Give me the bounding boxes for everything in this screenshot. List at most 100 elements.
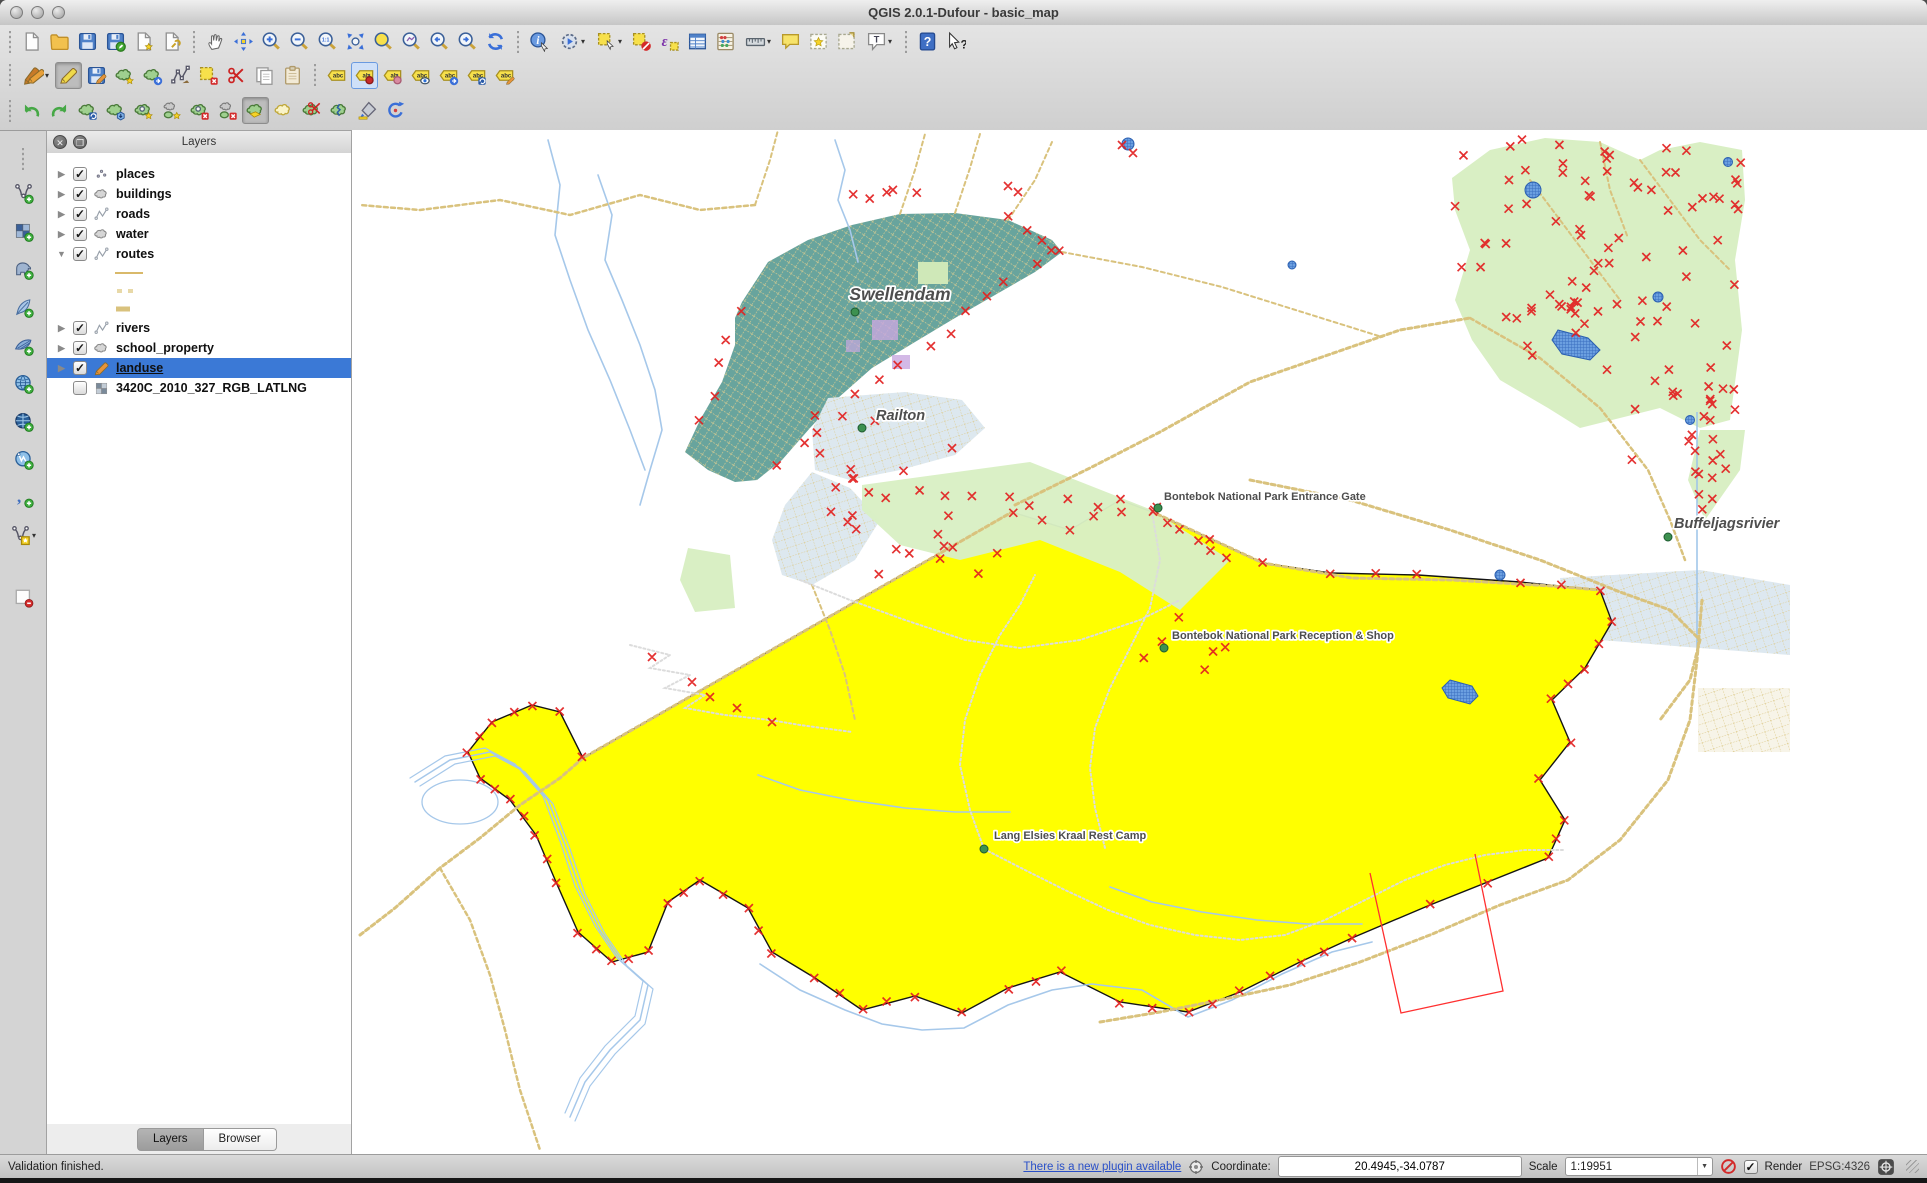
delete-ring-button[interactable] (186, 97, 213, 124)
open-project-button[interactable] (46, 28, 73, 55)
layer-visibility-checkbox[interactable]: ✓ (73, 361, 87, 375)
coordinate-input[interactable] (1278, 1156, 1522, 1177)
plugin-link[interactable]: There is a new plugin available (1023, 1161, 1181, 1173)
add-feature-button[interactable] (111, 62, 138, 89)
render-checkbox[interactable]: ✓ (1744, 1160, 1758, 1174)
deselect-features-button[interactable] (628, 28, 655, 55)
stop-render-icon[interactable] (1720, 1158, 1737, 1175)
delete-part-button[interactable] (214, 97, 241, 124)
add-ring-button[interactable] (130, 97, 157, 124)
move-label-button[interactable]: abc (435, 62, 462, 89)
save-project-button[interactable] (74, 28, 101, 55)
add-wcs-layer-button[interactable] (8, 406, 38, 436)
composer-manager-button[interactable] (158, 28, 185, 55)
offset-curve-button[interactable] (270, 97, 297, 124)
zoom-window-button[interactable] (52, 6, 65, 19)
new-print-composer-button[interactable] (130, 28, 157, 55)
zoom-out-button[interactable] (286, 28, 313, 55)
zoom-to-layer-button[interactable] (398, 28, 425, 55)
expand-arrow-icon[interactable]: ▶ (56, 323, 67, 334)
expand-arrow-icon[interactable]: ▶ (56, 229, 67, 240)
layer-visibility-checkbox[interactable] (73, 381, 87, 395)
add-del imited-text-layer-button[interactable]: , (8, 482, 38, 512)
save-layer-edits-button[interactable] (83, 62, 110, 89)
scale-dropdown-icon[interactable]: ▼ (1697, 1158, 1712, 1175)
labeling-options-button[interactable]: abc (323, 62, 350, 89)
add-spatialite-layer-button[interactable] (8, 292, 38, 322)
layer-visibility-checkbox[interactable]: ✓ (73, 187, 87, 201)
node-tool-button[interactable] (167, 62, 194, 89)
layer-item-routes[interactable]: ▼ ✓ routes (47, 244, 351, 264)
open-attribute-table-button[interactable] (684, 28, 711, 55)
toggle-editing-button[interactable] (55, 62, 82, 89)
pan-map-button[interactable] (202, 28, 229, 55)
dropdown-arrow-icon[interactable]: ▾ (888, 37, 892, 46)
simplify-feature-button[interactable] (102, 97, 129, 124)
rotate-point-symbols-button[interactable] (382, 97, 409, 124)
panel-close-icon[interactable]: ✕ (53, 135, 67, 149)
refresh-button[interactable] (482, 28, 509, 55)
toolbar-handle[interactable] (5, 100, 14, 122)
layer-item-roads[interactable]: ▶ ✓ roads (47, 204, 351, 224)
layer-visibility-checkbox[interactable]: ✓ (73, 321, 87, 335)
layer-item-places[interactable]: ▶ ✓ places (47, 164, 351, 184)
help-contents-button[interactable]: ? (914, 28, 941, 55)
select-features-button[interactable]: ▾ (591, 28, 627, 55)
layer-item-water[interactable]: ▶ ✓ water (47, 224, 351, 244)
reshape-features-button[interactable] (242, 97, 269, 124)
resize-grip[interactable] (1906, 1160, 1919, 1173)
dropdown-arrow-icon[interactable]: ▾ (767, 37, 771, 46)
pan-to-selection-button[interactable] (230, 28, 257, 55)
rotate-label-button[interactable]: abc (463, 62, 490, 89)
expand-arrow-icon[interactable]: ▶ (56, 189, 67, 200)
add-mssql-layer-button[interactable] (8, 330, 38, 360)
save-project-as-button[interactable] (102, 28, 129, 55)
select-by-expression-button[interactable]: ε (656, 28, 683, 55)
undo-button[interactable] (18, 97, 45, 124)
text-annotation-button[interactable]: T▾ (861, 28, 897, 55)
zoom-next-button[interactable] (454, 28, 481, 55)
layer-item-school-property[interactable]: ▶ ✓ school_property (47, 338, 351, 358)
zoom-full-button[interactable] (342, 28, 369, 55)
remove-layer-button[interactable] (8, 582, 38, 612)
new-bookmark-button[interactable] (805, 28, 832, 55)
toolbar-handle[interactable] (5, 64, 14, 86)
merge-features-button[interactable] (354, 97, 381, 124)
copy-features-button[interactable] (251, 62, 278, 89)
split-parts-button[interactable] (326, 97, 353, 124)
crs-button[interactable] (1877, 1158, 1895, 1176)
field-calculator-button[interactable] (712, 28, 739, 55)
layer-visibility-checkbox[interactable]: ✓ (73, 227, 87, 241)
dropdown-arrow-icon[interactable]: ▾ (618, 37, 622, 46)
redo-button[interactable] (46, 97, 73, 124)
current-edits-button[interactable]: ▾ (18, 62, 54, 89)
dropdown-arrow-icon[interactable]: ▾ (32, 531, 36, 540)
map-canvas[interactable]: SwellendamRailtonBontebok National Park … (352, 130, 1927, 1155)
whats-this-button[interactable]: ? (942, 28, 969, 55)
show-bookmarks-button[interactable] (833, 28, 860, 55)
new-shapefile-layer-button[interactable]: ▾ (8, 520, 38, 550)
add-wfs-layer-button[interactable] (8, 444, 38, 474)
run-feature-action-button[interactable]: ▾ (554, 28, 590, 55)
measure-button[interactable]: ▾ (740, 28, 776, 55)
layer-visibility-checkbox[interactable]: ✓ (73, 207, 87, 221)
pin-unpin-labels-button[interactable]: ab (351, 62, 378, 89)
highlight-pinned-labels-button[interactable]: ab (379, 62, 406, 89)
layer-visibility-checkbox[interactable]: ✓ (73, 167, 87, 181)
add-wms-layer-button[interactable] (8, 368, 38, 398)
zoom-last-button[interactable] (426, 28, 453, 55)
panel-float-icon[interactable]: ❐ (73, 135, 87, 149)
plugin-icon[interactable] (1188, 1159, 1204, 1175)
layer-visibility-checkbox[interactable]: ✓ (73, 341, 87, 355)
add-raster-layer-button[interactable] (8, 216, 38, 246)
identify-features-button[interactable]: i (526, 28, 553, 55)
expand-arrow-icon[interactable]: ▶ (56, 169, 67, 180)
dropdown-arrow-icon[interactable]: ▾ (581, 37, 585, 46)
panel-tab-browser[interactable]: Browser (204, 1128, 277, 1151)
cut-features-button[interactable] (223, 62, 250, 89)
new-project-button[interactable] (18, 28, 45, 55)
rotate-feature-button[interactable] (74, 97, 101, 124)
dropdown-arrow-icon[interactable]: ▾ (45, 71, 49, 80)
toolbar-handle[interactable] (5, 31, 14, 53)
split-features-button[interactable] (298, 97, 325, 124)
